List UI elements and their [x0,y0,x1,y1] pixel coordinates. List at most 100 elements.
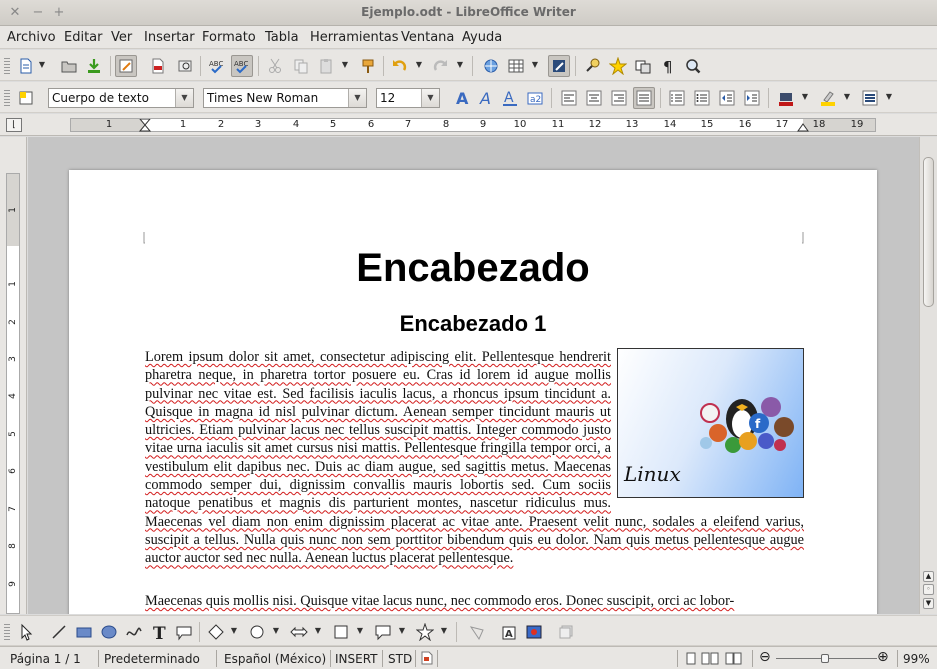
fontwork-icon[interactable]: A [498,621,520,643]
new-document-icon[interactable] [15,55,37,77]
block-arrows-icon[interactable] [288,621,310,643]
points-icon[interactable] [466,621,488,643]
font-name-combo[interactable]: Times New Roman ▼ [203,88,367,108]
menu-herramientas[interactable]: Herramientas [310,30,399,45]
freeform-line-icon[interactable] [123,621,145,643]
autospellcheck-icon[interactable]: ABC [231,55,253,77]
callouts-icon[interactable] [372,621,394,643]
paragraph-background-icon[interactable] [859,87,881,109]
table-icon[interactable] [505,55,527,77]
menu-editar[interactable]: Editar [64,30,103,45]
callouts-dropdown-icon[interactable]: ▼ [398,623,406,639]
zoom-in-icon[interactable]: ⊕ [877,649,889,665]
increase-indent-icon[interactable] [741,87,763,109]
book-view-icon[interactable] [725,652,743,665]
chevron-down-icon[interactable]: ▼ [421,89,439,107]
underline-icon[interactable]: A [499,87,521,109]
language-indicator[interactable]: Español (México) [224,652,326,666]
left-indent-marker[interactable] [139,119,151,132]
find-replace-icon[interactable] [582,55,604,77]
line-icon[interactable] [48,621,70,643]
justify-icon[interactable] [633,87,655,109]
menu-ventana[interactable]: Ventana [401,30,454,45]
hyperlink-icon[interactable] [480,55,502,77]
cut-icon[interactable] [264,55,286,77]
symbol-shapes-icon[interactable] [246,621,268,643]
new-dropdown-icon[interactable]: ▼ [38,57,46,73]
menu-ayuda[interactable]: Ayuda [462,30,502,45]
menu-formato[interactable]: Formato [202,30,256,45]
document-canvas[interactable]: Encabezado Encabezado 1 f Linux Lorem ip… [28,137,919,614]
previous-page-icon[interactable]: ◦ [923,584,934,595]
bullets-icon[interactable] [691,87,713,109]
stars-icon[interactable] [414,621,436,643]
selection-mode[interactable]: STD [388,652,412,666]
edit-mode-icon[interactable] [115,55,137,77]
print-preview-icon[interactable] [174,55,196,77]
horizontal-ruler[interactable]: 1 1 2 3 4 5 6 7 8 9 10 11 12 13 14 15 16… [70,118,876,132]
open-folder-icon[interactable] [58,55,80,77]
paragraph-style-combo[interactable]: Cuerpo de texto ▼ [48,88,194,108]
shadow-icon[interactable]: a2 [524,87,546,109]
next-page-icon[interactable]: ▼ [923,598,934,609]
rectangle-icon[interactable] [73,621,95,643]
zoom-icon[interactable] [682,55,704,77]
undo-icon[interactable] [388,55,410,77]
select-pointer-icon[interactable] [15,621,37,643]
spellcheck-icon[interactable]: ABC [206,55,228,77]
page-style[interactable]: Predeterminado [104,652,200,666]
heading-main[interactable]: Encabezado [69,246,877,291]
extrusion-icon[interactable] [555,621,577,643]
page[interactable]: Encabezado Encabezado 1 f Linux Lorem ip… [69,170,877,614]
bold-icon[interactable]: A [451,87,473,109]
clone-formatting-icon[interactable] [357,55,379,77]
flowchart-dropdown-icon[interactable]: ▼ [356,623,364,639]
zoom-percent[interactable]: 99% [903,652,930,666]
single-page-view-icon[interactable] [685,652,697,665]
scroll-up-icon[interactable]: ▲ [923,571,934,582]
paste-dropdown-icon[interactable]: ▼ [341,57,349,73]
vertical-ruler[interactable]: 1 1 2 3 4 5 6 7 8 9 [6,173,20,614]
show-draw-functions-icon[interactable] [548,55,570,77]
decrease-indent-icon[interactable] [716,87,738,109]
body-paragraph-2[interactable]: Maecenas quis mollis nisi. Quisque vitae… [145,592,804,610]
save-icon[interactable] [83,55,105,77]
styles-formatting-icon[interactable] [15,87,37,109]
formatting-marks-icon[interactable]: ¶ [657,55,679,77]
navigator-icon[interactable] [607,55,629,77]
undo-dropdown-icon[interactable]: ▼ [415,57,423,73]
basic-shapes-dropdown-icon[interactable]: ▼ [230,623,238,639]
italic-icon[interactable]: A [475,87,497,109]
block-arrows-dropdown-icon[interactable]: ▼ [314,623,322,639]
flowchart-icon[interactable] [330,621,352,643]
stars-dropdown-icon[interactable]: ▼ [440,623,448,639]
font-color-icon[interactable] [775,87,797,109]
table-dropdown-icon[interactable]: ▼ [531,57,539,73]
toolbar-grip[interactable] [4,58,10,74]
insert-image-icon[interactable] [523,621,545,643]
linux-image[interactable]: f Linux [617,348,804,498]
menu-insertar[interactable]: Insertar [144,30,195,45]
menu-archivo[interactable]: Archivo [7,30,56,45]
right-indent-marker[interactable] [797,123,809,132]
toolbar-grip[interactable] [4,624,10,640]
text-box-icon[interactable]: T [148,621,170,643]
numbering-icon[interactable] [666,87,688,109]
page-indicator[interactable]: Página 1 / 1 [10,652,81,666]
zoom-out-icon[interactable]: ⊖ [759,649,771,665]
paste-icon[interactable] [315,55,337,77]
document-modified-icon[interactable] [421,651,433,665]
redo-icon[interactable] [430,55,452,77]
insert-mode[interactable]: INSERT [335,652,378,666]
menu-tabla[interactable]: Tabla [265,30,299,45]
copy-icon[interactable] [290,55,312,77]
chevron-down-icon[interactable]: ▼ [348,89,366,107]
gallery-icon[interactable] [632,55,654,77]
highlight-dropdown-icon[interactable]: ▼ [843,89,851,105]
paragraph-background-dropdown-icon[interactable]: ▼ [885,89,893,105]
ellipse-icon[interactable] [98,621,120,643]
redo-dropdown-icon[interactable]: ▼ [456,57,464,73]
chevron-down-icon[interactable]: ▼ [175,89,193,107]
body-paragraph-1[interactable]: f Linux Lorem ipsum dolor sit amet, cons… [145,348,804,568]
vertical-scrollbar[interactable]: ▲ ◦ ▼ [919,137,937,614]
